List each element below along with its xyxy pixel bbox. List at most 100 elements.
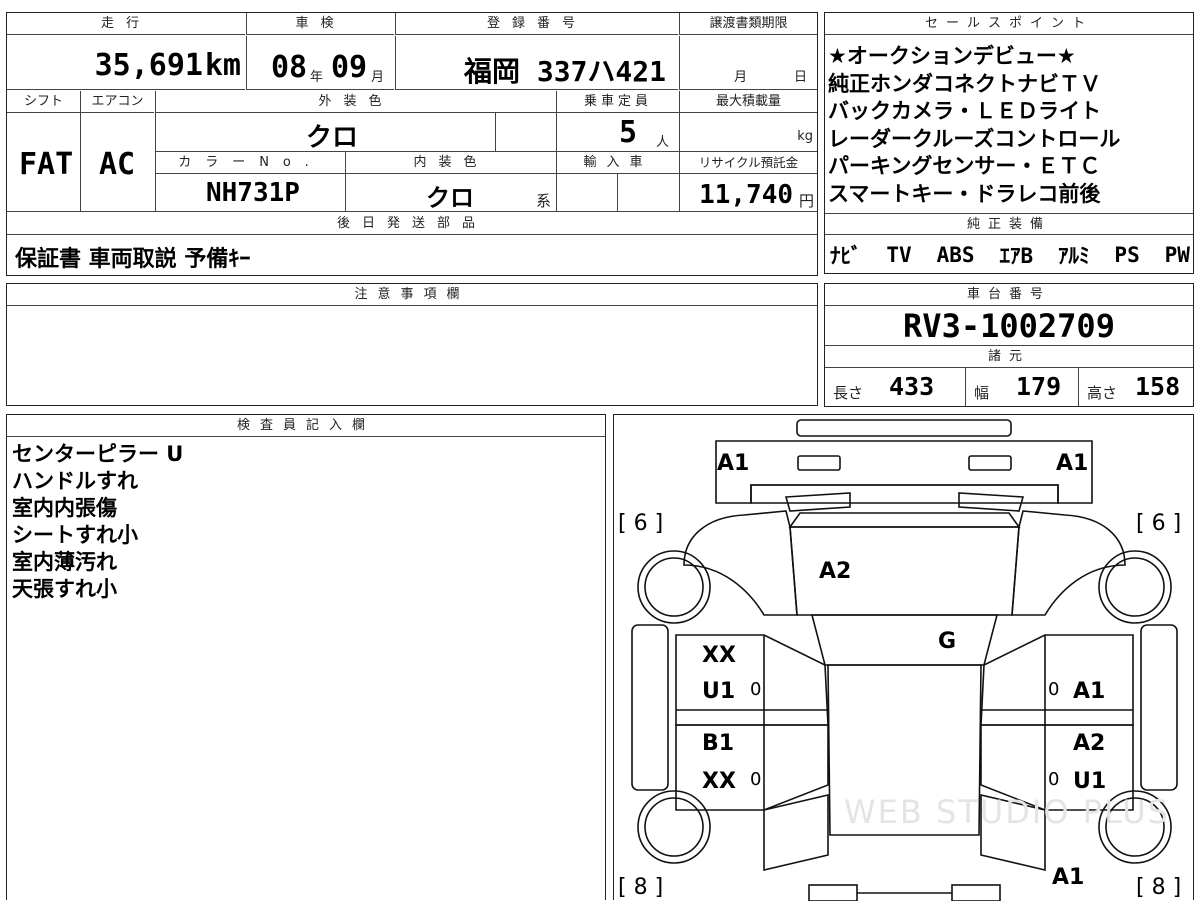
registration-value: 福岡 337ハ421 <box>464 55 667 88</box>
damage-mark: B1 <box>702 731 735 756</box>
damage-mark: G <box>938 629 957 654</box>
spec-height-label: 高さ <box>1087 384 1118 402</box>
mileage-value: 35,691 <box>94 48 203 83</box>
inspector-line: センターピラー U <box>12 442 184 466</box>
spec-length-label: 長さ <box>833 384 864 402</box>
header-transfer-deadline: 譲渡書類期限 <box>679 13 817 35</box>
shaken-year-unit: 年 <box>310 70 324 85</box>
spec-length-value: 433 <box>889 372 935 401</box>
interior-color-suffix: 系 <box>536 192 552 210</box>
shift-value-cell: FAT <box>7 113 80 212</box>
equipment-item: TV <box>886 243 912 267</box>
max-load-unit: kg <box>797 129 813 144</box>
mileage-unit: km <box>204 48 241 83</box>
exterior-color-value: クロ <box>306 123 359 153</box>
panel-count-mark: [ 8 ] <box>1136 875 1182 900</box>
damage-mark: A1 <box>717 451 750 476</box>
sales-point-line: 純正ホンダコネクトナビＴＶ <box>828 71 1101 96</box>
recycle-value-cell: 11,740 円 <box>679 174 817 212</box>
equipment-item: ｱﾙﾐ <box>1058 244 1090 268</box>
car-diagram-box: A1 A1 [ 6 ] [ 6 ] A2 G XX U1 0 0 A1 B1 X… <box>613 414 1194 901</box>
color-no-cell: NH731P <box>155 174 345 212</box>
capacity-value-cell: 5 人 <box>556 113 679 152</box>
header-sales-points: セールスポイント <box>825 13 1193 35</box>
zero-mark: 0 <box>750 679 762 700</box>
damage-mark: A2 <box>819 559 852 584</box>
damage-mark: XX <box>702 643 736 668</box>
panel-count-mark: [ 6 ] <box>1136 511 1182 536</box>
inspector-line: 天張すれ小 <box>12 577 117 601</box>
later-parts-cell: 保証書 車両取説 予備ｷｰ <box>7 235 817 275</box>
exterior-color-cell: クロ <box>155 113 495 153</box>
inspector-line: シートすれ小 <box>12 523 138 547</box>
notes-content <box>12 312 812 402</box>
inspector-line: 室内内張傷 <box>12 496 117 520</box>
header-chassis: 車台番号 <box>825 284 1193 306</box>
zero-mark: 0 <box>1048 769 1060 790</box>
damage-mark: A1 <box>1056 451 1089 476</box>
spec-height-cell: 高さ 158 <box>1078 368 1193 406</box>
registration-value-cell: 福岡 337ハ421 <box>395 36 678 90</box>
spec-length-cell: 長さ 433 <box>825 368 965 406</box>
header-notes: 注意事項欄 <box>7 284 817 306</box>
shaken-month: 09 <box>331 50 368 85</box>
zero-mark: 0 <box>750 769 762 790</box>
import-cell-a <box>556 174 617 212</box>
header-max-load: 最大積載量 <box>679 91 817 113</box>
recycle-unit: 円 <box>798 192 814 210</box>
shaken-year: 08 <box>271 50 308 85</box>
exterior-color-extra-cell <box>495 113 556 152</box>
header-shaken: 車検 <box>246 13 394 35</box>
inspector-notes: センターピラー U ハンドルすれ 室内内張傷 シートすれ小 室内薄汚れ 天張すれ… <box>12 441 602 603</box>
shaken-month-unit: 月 <box>371 70 385 85</box>
panel-count-mark: [ 6 ] <box>618 511 664 536</box>
aircon-value: AC <box>99 147 136 182</box>
watermark: WEB STUDIO PLUS <box>844 793 1170 831</box>
color-no-value: NH731P <box>206 178 300 208</box>
equipment-item: ﾅﾋﾞ <box>830 244 862 268</box>
header-exterior-color: 外装色 <box>155 91 556 113</box>
max-load-value-cell: kg <box>679 113 817 152</box>
damage-mark: XX <box>702 769 736 794</box>
sales-point-line: バックカメラ・ＬＥＤライト <box>828 99 1101 123</box>
header-shift: シフト <box>7 91 80 113</box>
transfer-day-unit: 日 <box>794 70 808 85</box>
header-specs: 諸元 <box>825 346 1193 368</box>
damage-mark: A1 <box>1052 865 1085 890</box>
interior-color-cell: クロ 系 <box>345 174 556 212</box>
recycle-value: 11,740 <box>699 180 793 210</box>
damage-mark: A2 <box>1073 731 1106 756</box>
sales-points-list: ★オークションデビュー★ 純正ホンダコネクトナビＴＶ バックカメラ・ＬＥＤライト… <box>828 43 1192 208</box>
inspector-line: ハンドルすれ <box>12 469 138 493</box>
transfer-month-unit: 月 <box>734 70 748 85</box>
header-color-no: カラーNo. <box>155 152 345 174</box>
shaken-value-cell: 08 年 09 月 <box>246 36 394 90</box>
interior-color-value: クロ <box>426 184 474 212</box>
header-later-parts: 後日発送部品 <box>7 212 817 235</box>
spec-width-label: 幅 <box>974 384 990 402</box>
spec-width-cell: 幅 179 <box>965 368 1078 406</box>
shift-value: FAT <box>19 147 74 182</box>
header-capacity: 乗車定員 <box>556 91 679 113</box>
header-import: 輸入車 <box>556 152 679 174</box>
import-cell-b <box>617 174 679 212</box>
header-genuine-equipment: 純正装備 <box>825 213 1193 235</box>
header-registration: 登録番号 <box>395 13 678 35</box>
inspector-line: 室内薄汚れ <box>12 550 117 574</box>
transfer-value-cell: 月 日 <box>679 36 817 90</box>
genuine-equipment-list: ﾅﾋﾞ TV ABS ｴｱB ｱﾙﾐ PS PW <box>830 239 1190 271</box>
capacity-value: 5 <box>619 115 638 150</box>
panel-count-mark: [ 8 ] <box>618 875 664 900</box>
equipment-item: ABS <box>936 243 975 267</box>
header-recycle: リサイクル預託金 <box>679 152 817 174</box>
damage-mark: U1 <box>1073 769 1107 794</box>
header-interior-color: 内装色 <box>345 152 556 174</box>
header-inspector: 検査員記入欄 <box>7 415 605 437</box>
sales-point-line: ★オークションデビュー★ <box>828 44 1076 68</box>
sales-point-line: スマートキー・ドラレコ前後 <box>828 181 1101 206</box>
capacity-unit: 人 <box>656 135 670 150</box>
equipment-item: PS <box>1114 243 1140 267</box>
zero-mark: 0 <box>1048 679 1060 700</box>
aircon-value-cell: AC <box>80 113 155 212</box>
equipment-item: PW <box>1164 243 1190 267</box>
